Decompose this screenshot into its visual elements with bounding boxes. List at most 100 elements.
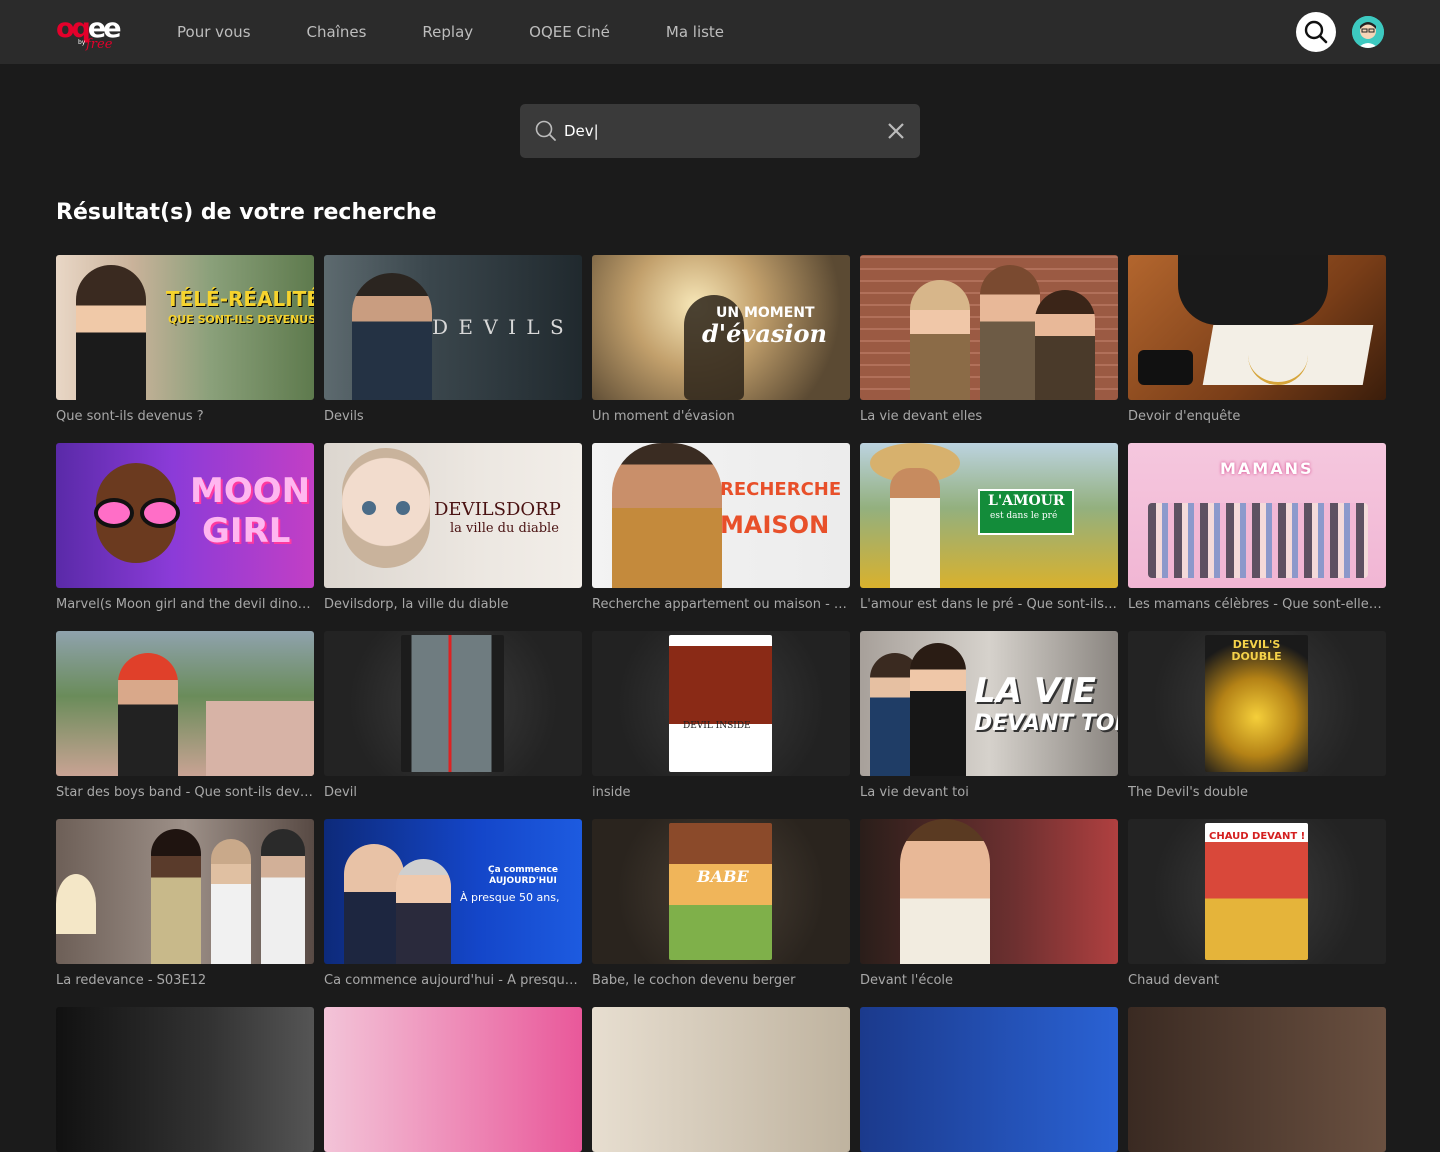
close-icon <box>888 123 904 139</box>
result-title[interactable]: Les mamans célèbres - Que sont-elles ... <box>1128 597 1386 612</box>
result-title[interactable]: Star des boys band - Que sont-ils deve..… <box>56 785 314 800</box>
result-thumbnail[interactable]: RECHERCHE MAISON <box>592 443 850 588</box>
result-title[interactable]: Que sont-ils devenus ? <box>56 409 314 424</box>
result-thumbnail[interactable] <box>324 1007 582 1152</box>
result-title[interactable]: Devils <box>324 409 582 424</box>
result-title[interactable]: Devoir d'enquête <box>1128 409 1386 424</box>
result-thumbnail[interactable]: UN MOMENT d'évasion <box>592 255 850 400</box>
result-card[interactable]: Devoir d'enquête <box>1128 255 1386 424</box>
result-card[interactable]: MOON GIRL Marvel(s Moon girl and the dev… <box>56 443 314 612</box>
result-card[interactable]: RECHERCHE MAISON Recherche appartement o… <box>592 443 850 612</box>
search-icon <box>1304 20 1328 44</box>
result-thumbnail[interactable] <box>56 1007 314 1152</box>
result-card[interactable]: L'AMOUR est dans le pré L'amour est dans… <box>860 443 1118 612</box>
result-card[interactable]: DEVILSDORP la ville du diable Devilsdorp… <box>324 443 582 612</box>
result-card[interactable]: CHAUD DEVANT ! Chaud devant <box>1128 819 1386 988</box>
result-thumbnail[interactable]: TÉLÉ-RÉALITÉ QUE SONT-ILS DEVENUS <box>56 255 314 400</box>
result-thumbnail[interactable] <box>860 1007 1118 1152</box>
result-title[interactable]: Marvel(s Moon girl and the devil dinosa.… <box>56 597 314 612</box>
thumb-title: MAMANS <box>1220 459 1314 478</box>
result-card[interactable] <box>592 1007 850 1152</box>
result-card[interactable]: MAMANS Les mamans célèbres - Que sont-el… <box>1128 443 1386 612</box>
results-title: Résultat(s) de votre recherche <box>56 200 437 225</box>
result-title[interactable]: Ca commence aujourd'hui - À presque... <box>324 973 582 988</box>
result-card[interactable]: La vie devant elles <box>860 255 1118 424</box>
result-poster: DEVIL INSIDE <box>669 635 772 772</box>
thumb-title: DEVIL INSIDE <box>683 721 751 731</box>
result-thumbnail[interactable] <box>1128 255 1386 400</box>
thumb-subtitle: DEVANT TOI <box>974 711 1118 736</box>
result-title[interactable]: Chaud devant <box>1128 973 1386 988</box>
result-card[interactable]: La redevance - S03E12 <box>56 819 314 988</box>
result-poster: DEVIL'S DOUBLE <box>1205 635 1308 772</box>
result-title[interactable]: La redevance - S03E12 <box>56 973 314 988</box>
search-input[interactable] <box>564 118 864 144</box>
result-title[interactable]: Un moment d'évasion <box>592 409 850 424</box>
result-thumbnail[interactable]: D E V I L S <box>324 255 582 400</box>
result-thumbnail[interactable]: MOON GIRL <box>56 443 314 588</box>
thumb-title: TÉLÉ-RÉALITÉ <box>166 287 314 311</box>
result-card[interactable] <box>324 1007 582 1152</box>
result-thumbnail[interactable]: LA VIE DEVANT TOI <box>860 631 1118 776</box>
result-title[interactable]: Devilsdorp, la ville du diable <box>324 597 582 612</box>
result-card[interactable] <box>1128 1007 1386 1152</box>
logo-free: free <box>86 37 113 52</box>
result-thumbnail[interactable]: CHAUD DEVANT ! <box>1128 819 1386 964</box>
thumb-subtitle: d'évasion <box>702 319 827 348</box>
oqee-logo[interactable]: oqee by free <box>56 14 122 54</box>
result-title[interactable]: The Devil's double <box>1128 785 1386 800</box>
result-thumbnail[interactable] <box>56 819 314 964</box>
result-card[interactable]: TÉLÉ-RÉALITÉ QUE SONT-ILS DEVENUS Que so… <box>56 255 314 424</box>
result-thumbnail[interactable]: BABE <box>592 819 850 964</box>
search-icon <box>535 120 556 141</box>
result-thumbnail[interactable] <box>860 255 1118 400</box>
result-title[interactable]: La vie devant elles <box>860 409 1118 424</box>
result-card[interactable]: UN MOMENT d'évasion Un moment d'évasion <box>592 255 850 424</box>
user-avatar[interactable] <box>1352 16 1384 48</box>
clear-search-button[interactable] <box>886 121 906 141</box>
result-card[interactable]: LA VIE DEVANT TOI La vie devant toi <box>860 631 1118 800</box>
result-thumbnail[interactable] <box>56 631 314 776</box>
result-card[interactable]: Devant l'école <box>860 819 1118 988</box>
result-thumbnail[interactable] <box>1128 1007 1386 1152</box>
result-card[interactable]: Devil <box>324 631 582 800</box>
result-thumbnail[interactable]: Ça commence AUJOURD'HUI À presque 50 ans… <box>324 819 582 964</box>
thumb-title: DEVIL'S DOUBLE <box>1231 638 1282 663</box>
result-poster <box>401 635 504 772</box>
result-title[interactable]: Babe, le cochon devenu berger <box>592 973 850 988</box>
thumb-title: BABE <box>697 867 749 886</box>
thumb-title: RECHERCHE <box>720 479 842 500</box>
result-thumbnail[interactable]: DEVIL'S DOUBLE <box>1128 631 1386 776</box>
result-title[interactable]: Devant l'école <box>860 973 1118 988</box>
search-field[interactable] <box>520 104 920 158</box>
search-button[interactable] <box>1296 12 1336 52</box>
result-card[interactable]: Star des boys band - Que sont-ils deve..… <box>56 631 314 800</box>
result-title[interactable]: L'amour est dans le pré - Que sont-ils d… <box>860 597 1118 612</box>
result-card[interactable]: DEVIL'S DOUBLE The Devil's double <box>1128 631 1386 800</box>
nav-oqee-cine[interactable]: OQEE Ciné <box>529 23 610 41</box>
result-thumbnail[interactable]: MAMANS <box>1128 443 1386 588</box>
nav-chaines[interactable]: Chaînes <box>307 23 367 41</box>
result-card[interactable] <box>860 1007 1118 1152</box>
result-card[interactable]: DEVIL INSIDE inside <box>592 631 850 800</box>
result-card[interactable]: BABE Babe, le cochon devenu berger <box>592 819 850 988</box>
result-thumbnail[interactable]: DEVIL INSIDE <box>592 631 850 776</box>
result-title[interactable]: La vie devant toi <box>860 785 1118 800</box>
result-card[interactable]: Ça commence AUJOURD'HUI À presque 50 ans… <box>324 819 582 988</box>
result-thumbnail[interactable]: L'AMOUR est dans le pré <box>860 443 1118 588</box>
thumb-subtitle: QUE SONT-ILS DEVENUS <box>168 313 314 326</box>
result-title[interactable]: inside <box>592 785 850 800</box>
nav-replay[interactable]: Replay <box>422 23 473 41</box>
result-title[interactable]: Recherche appartement ou maison - Q... <box>592 597 850 612</box>
result-card[interactable]: D E V I L S Devils <box>324 255 582 424</box>
result-thumbnail[interactable] <box>324 631 582 776</box>
nav-ma-liste[interactable]: Ma liste <box>666 23 724 41</box>
result-thumbnail[interactable]: DEVILSDORP la ville du diable <box>324 443 582 588</box>
thumb-subtitle: est dans le pré <box>990 511 1058 521</box>
thumb-title: D E V I L S <box>432 315 566 339</box>
result-title[interactable]: Devil <box>324 785 582 800</box>
result-thumbnail[interactable] <box>592 1007 850 1152</box>
nav-pour-vous[interactable]: Pour vous <box>177 23 251 41</box>
result-card[interactable] <box>56 1007 314 1152</box>
result-thumbnail[interactable] <box>860 819 1118 964</box>
